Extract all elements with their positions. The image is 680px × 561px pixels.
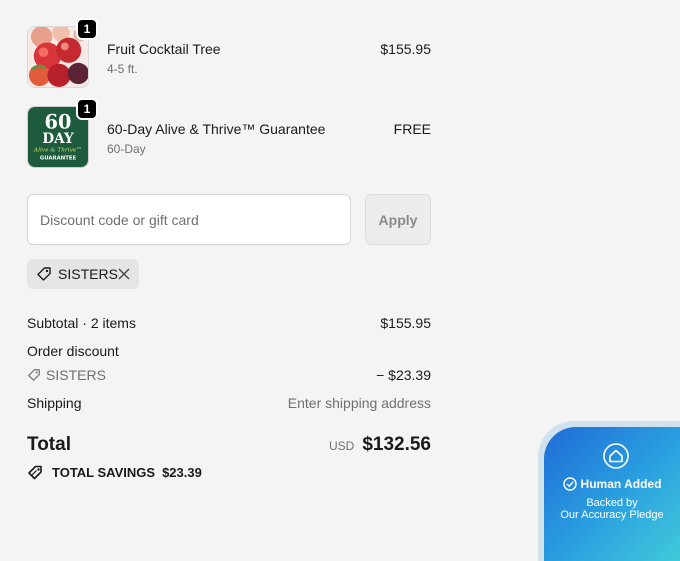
currency-code: USD bbox=[328, 439, 355, 453]
tag-icon bbox=[37, 267, 51, 281]
savings-label: TOTAL SAVINGS bbox=[52, 465, 156, 480]
item-name: 60-Day Alive & Thrive™ Guarantee bbox=[107, 121, 326, 137]
total-label: Total bbox=[27, 434, 71, 455]
pledge-line-1: Backed by bbox=[586, 497, 638, 509]
discount-code-input[interactable] bbox=[27, 194, 351, 245]
item-price: $155.95 bbox=[380, 41, 431, 57]
pledge-title: Human Added bbox=[580, 477, 662, 491]
subtotal-value: $155.95 bbox=[380, 315, 431, 331]
guarantee-small-text: GUARANTEE bbox=[40, 155, 77, 161]
item-variant: 60-Day bbox=[107, 142, 146, 156]
applied-discount-chip: SISTERS bbox=[27, 259, 139, 289]
pledge-subtitle: Backed by Our Accuracy Pledge bbox=[544, 497, 680, 521]
total-savings: TOTAL SAVINGS $23.39 bbox=[27, 464, 202, 481]
item-name: Fruit Cocktail Tree bbox=[107, 41, 221, 57]
subtotal-label: Subtotal · 2 items bbox=[27, 315, 136, 331]
order-discount-label: Order discount bbox=[27, 343, 119, 359]
guarantee-60-text: 60 bbox=[45, 110, 72, 133]
accuracy-pledge-badge[interactable]: Human Added Backed by Our Accuracy Pledg… bbox=[538, 421, 680, 561]
total-amount: USD $132.56 bbox=[329, 434, 431, 456]
apply-discount-button[interactable]: Apply bbox=[365, 194, 431, 245]
item-price: FREE bbox=[393, 121, 431, 137]
house-icon bbox=[603, 443, 629, 469]
total-value: $132.56 bbox=[362, 434, 431, 455]
tag-icon bbox=[28, 369, 40, 381]
pledge-title-row: Human Added bbox=[544, 477, 680, 491]
discount-code-text: SISTERS bbox=[46, 367, 106, 383]
discount-code-line: SISTERS bbox=[27, 367, 106, 383]
discount-value: − $23.39 bbox=[376, 367, 431, 383]
item-variant: 4-5 ft. bbox=[107, 62, 138, 76]
savings-tag-icon bbox=[28, 465, 42, 480]
savings-value: $23.39 bbox=[162, 465, 202, 480]
line-item-fruit-cocktail-tree: 1 Fruit Cocktail Tree 4-5 ft. $155.95 bbox=[27, 18, 431, 90]
shipping-value: Enter shipping address bbox=[287, 395, 431, 411]
pledge-card: Human Added Backed by Our Accuracy Pledg… bbox=[544, 427, 680, 561]
line-item-guarantee: 60 DAY Alive & Thrive™ GUARANTEE 1 60-Da… bbox=[27, 98, 431, 170]
quantity-badge: 1 bbox=[76, 18, 98, 40]
guarantee-script-text: Alive & Thrive™ bbox=[33, 147, 82, 154]
shipping-label: Shipping bbox=[27, 395, 82, 411]
remove-code-icon[interactable] bbox=[117, 267, 131, 281]
guarantee-day-text: DAY bbox=[42, 131, 74, 147]
check-circle-icon bbox=[562, 477, 577, 491]
quantity-badge: 1 bbox=[76, 98, 98, 120]
applied-code-label: SISTERS bbox=[58, 266, 118, 282]
pledge-line-2: Our Accuracy Pledge bbox=[560, 509, 664, 521]
